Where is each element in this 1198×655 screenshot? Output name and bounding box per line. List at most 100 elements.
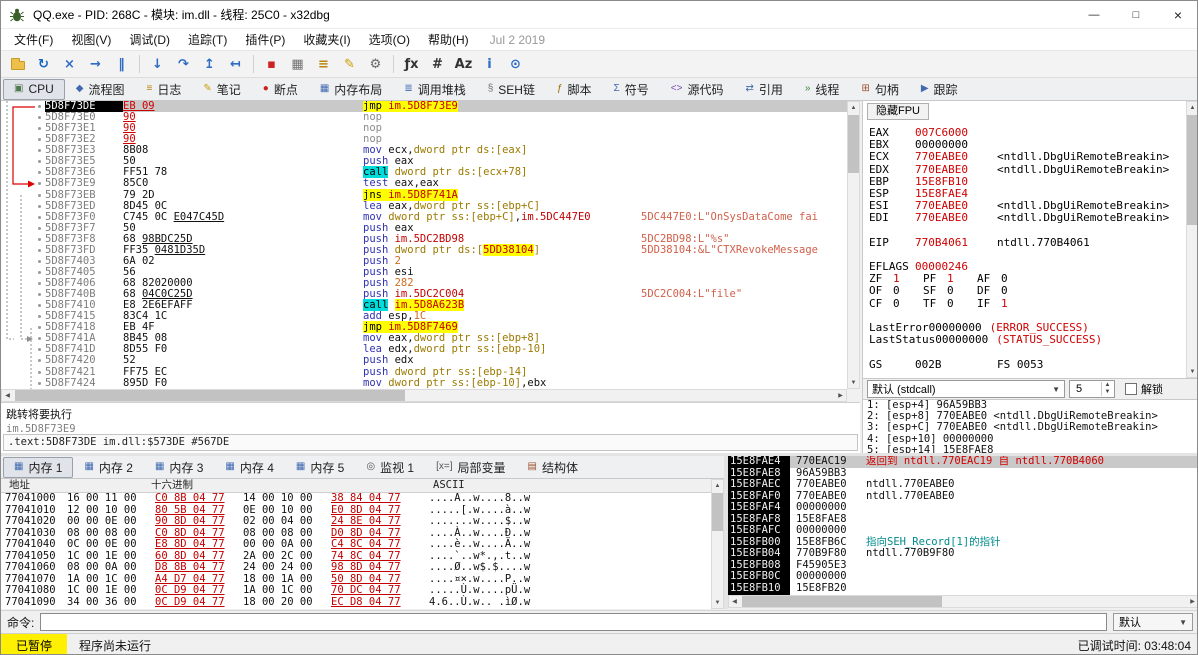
bottom-tab-dump-4[interactable]: ▦内存 4 [214,457,284,478]
command-profile-select[interactable]: 默认 ▼ [1113,613,1193,631]
dump-row[interactable]: 770410801C 00 1E 000C D9 04 771A 00 1C 0… [1,585,711,597]
scroll-left-arrow-icon[interactable]: ◀ [729,596,740,607]
disassembly-panel[interactable]: 5D8F73DEEB 09jmp im.5D8F73E95D8F73E090no… [1,101,847,389]
restart-button[interactable]: ↻ [31,53,56,76]
argument-row[interactable]: 3: [esp+C] 770EABE0 <ntdll.DbgUiRemoteBr… [863,422,1198,433]
hide-fpu-button[interactable]: 隐藏FPU [867,103,929,120]
tab-notes[interactable]: ✎笔记 [192,79,251,100]
open-file-button[interactable] [5,53,30,76]
registers-vertical-scrollbar[interactable]: ▲ ▼ [1186,101,1198,378]
tab-memory-map[interactable]: ▦内存布局 [309,79,393,100]
breakpoints-button[interactable]: ▪ [259,53,284,76]
scrollbar-track[interactable] [1187,113,1198,366]
scroll-down-arrow-icon[interactable]: ▼ [1187,366,1198,377]
scrollbar-track[interactable] [848,113,859,377]
bottom-tab-dump-1[interactable]: ▦内存 1 [3,457,73,478]
register-row[interactable]: CF0TF0IF1 [869,298,1186,310]
menu-item-1[interactable]: 视图(V) [62,29,120,50]
tab-log[interactable]: ≡日志 [136,79,193,100]
register-row[interactable]: EFLAGS00000246 [869,261,1186,273]
scrollbar-track[interactable] [13,390,835,401]
scroll-right-arrow-icon[interactable]: ▶ [835,390,846,401]
disasm-row[interactable]: 5D8F7424895D F0mov dword ptr ss:[ebp-10]… [1,378,847,389]
bottom-tab-dump-2[interactable]: ▦内存 2 [73,457,143,478]
dump-row[interactable]: 7704100016 00 11 00C0 8B 04 7714 00 10 0… [1,493,711,505]
tab-graph[interactable]: ◆流程图 [65,79,136,100]
scroll-down-arrow-icon[interactable]: ▼ [712,597,723,608]
dump-vertical-scrollbar[interactable]: ▲ ▼ [711,479,724,609]
scrollbar-thumb[interactable] [15,390,405,401]
execute-till-return-button[interactable]: ↥ [197,53,222,76]
dump-row[interactable]: 7704102000 00 0E 0090 8D 04 7702 00 04 0… [1,516,711,528]
registers-panel[interactable]: 隐藏FPU EAX007C6000EBX00000000ECX770EABE0<… [862,101,1186,378]
font-button[interactable]: Az [451,53,476,76]
scrollbar-track[interactable] [712,491,723,597]
close-button[interactable]: × [1157,1,1198,29]
tab-handles[interactable]: ⊞句柄 [850,79,909,100]
argument-count-stepper[interactable]: 5 ▲▼ [1069,380,1115,398]
stack-row[interactable]: 15E8FB1015E8FB20 [728,583,1198,595]
step-into-button[interactable]: ↓ [145,53,170,76]
tab-breakpoints[interactable]: ●断点 [252,79,309,100]
bottom-tab-dump-3[interactable]: ▦内存 3 [144,457,214,478]
fx-button[interactable]: ƒx [399,53,424,76]
stack-horizontal-scrollbar[interactable]: ◀ ▶ [728,595,1198,608]
stack-row[interactable]: 15E8FAEC770EABE0ntdll.770EABE0 [728,479,1198,491]
register-row[interactable]: LastStatus00000000(STATUS_SUCCESS) [869,334,1186,346]
dump-row[interactable]: 7704106008 00 0A 00D8 8B 04 7724 00 24 0… [1,562,711,574]
stepper-arrows-icon[interactable]: ▲▼ [1101,382,1113,396]
tab-cpu[interactable]: ▣CPU [3,79,65,100]
register-row[interactable]: ZF1PF1AF0 [869,273,1186,285]
scrollbar-track[interactable] [740,596,1187,607]
tab-references[interactable]: ⇄引用 [734,79,793,100]
help-button[interactable]: i [477,53,502,76]
tab-script[interactable]: ƒ脚本 [546,79,603,100]
unlock-checkbox[interactable] [1125,383,1137,395]
calling-convention-select[interactable]: 默认 (stdcall) ▼ [867,380,1065,398]
stack-panel[interactable]: 15E8FAE4770EAC19返回到 ntdll.770EAC19 自 ntd… [728,456,1198,595]
menu-item-0[interactable]: 文件(F) [5,29,62,50]
command-input[interactable] [40,613,1107,631]
scroll-down-arrow-icon[interactable]: ▼ [848,377,859,388]
tab-seh-chain[interactable]: §SEH链 [477,79,546,100]
disassembly-vertical-scrollbar[interactable]: ▲ ▼ [847,101,860,389]
menu-item-3[interactable]: 追踪(T) [179,29,236,50]
pause-button[interactable]: ‖ [109,53,134,76]
menu-item-4[interactable]: 插件(P) [236,29,294,50]
bottom-tab-locals[interactable]: [x=]局部变量 [425,457,516,478]
scrollbar-thumb[interactable] [1187,115,1198,225]
scroll-up-arrow-icon[interactable]: ▲ [712,480,723,491]
tab-source[interactable]: <>源代码 [660,79,735,100]
step-over-button[interactable]: ↷ [171,53,196,76]
run-button[interactable]: → [83,53,108,76]
search-button[interactable]: ⊙ [503,53,528,76]
notes-button[interactable]: ✎ [337,53,362,76]
bottom-tab-struct[interactable]: ▤结构体 [517,457,589,478]
log-button[interactable]: ≡ [311,53,336,76]
menu-item-2[interactable]: 调试(D) [120,29,179,50]
dump-row[interactable]: 770410400C 00 0E 00E8 8D 04 7700 00 0A 0… [1,539,711,551]
register-row[interactable]: EDI770EABE0<ntdll.DbgUiRemoteBreakin> [869,212,1186,224]
bottom-tab-watch-1[interactable]: ◎监视 1 [355,457,425,478]
tab-trace[interactable]: ▶跟踪 [910,79,969,100]
scrollbar-thumb[interactable] [712,493,723,531]
settings-button[interactable]: ⚙ [363,53,388,76]
menu-item-6[interactable]: 选项(O) [360,29,419,50]
stack-row[interactable]: 15E8FAE4770EAC19返回到 ntdll.770EAC19 自 ntd… [728,456,1198,468]
scroll-up-arrow-icon[interactable]: ▲ [848,102,859,113]
stack-row[interactable]: 15E8FAF400000000 [728,502,1198,514]
register-row[interactable]: EIP770B4061ntdll.770B4061 [869,237,1186,249]
step-out-button[interactable]: ↤ [223,53,248,76]
scroll-right-arrow-icon[interactable]: ▶ [1187,596,1198,607]
memory-map-button[interactable]: ▦ [285,53,310,76]
tab-symbols[interactable]: Σ符号 [603,79,660,100]
dump-row[interactable]: 7704109034 00 36 000C D9 04 7718 00 20 0… [1,597,711,609]
maximize-button[interactable]: □ [1115,1,1157,29]
scrollbar-thumb[interactable] [848,115,859,173]
memory-dump-panel[interactable]: 地址 十六进制 ASCII 7704100016 00 11 00C0 8B 0… [1,479,711,609]
close-debuggee-button[interactable]: × [57,53,82,76]
menu-item-5[interactable]: 收藏夹(I) [294,29,359,50]
menu-item-7[interactable]: 帮助(H) [419,29,478,50]
scrollbar-thumb[interactable] [742,596,942,607]
hash-button[interactable]: # [425,53,450,76]
